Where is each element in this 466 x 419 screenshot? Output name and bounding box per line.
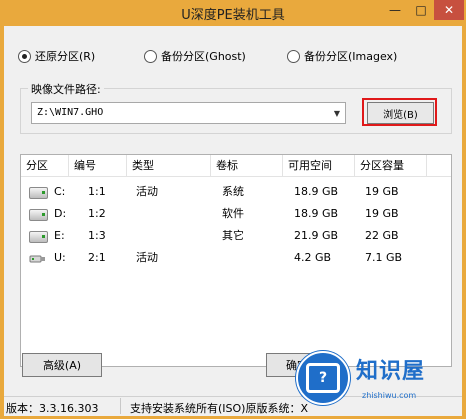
watermark-url: zhishiwu.com (362, 391, 417, 400)
radio-dot[interactable] (18, 49, 31, 63)
partition-label: 系统 (222, 185, 244, 198)
column-header[interactable]: 编号 (69, 155, 127, 176)
partition-type (131, 203, 136, 225)
maximize-button[interactable]: □ (408, 0, 434, 20)
table-row[interactable]: U: 2:1 活动 4.2 GB 7.1 GB (21, 247, 451, 269)
usb-icon (29, 255, 45, 263)
partition-label: 其它 (222, 229, 244, 242)
watermark-text: 知识屋 (356, 359, 426, 384)
table-row[interactable]: D: 1:2 软件 18.9 GB 19 GB (21, 203, 451, 225)
radio-restore[interactable]: 还原分区(R) (18, 48, 95, 64)
partition-size: 19 GB (365, 185, 399, 198)
partition-size: 22 GB (365, 229, 399, 242)
disk-icon (29, 209, 48, 221)
status-divider (120, 398, 121, 414)
partition-label (217, 247, 222, 269)
partition-letter: E: (54, 229, 65, 242)
title-bar[interactable]: U深度PE装机工具 — □ ✕ (0, 0, 466, 26)
advanced-button[interactable]: 高级(A) (22, 353, 102, 377)
image-path-value: Z:\WIN7.GHO (37, 107, 104, 118)
partition-number: 1:2 (88, 207, 106, 220)
partition-free: 18.9 GB (294, 207, 339, 220)
image-path-combobox[interactable]: Z:\WIN7.GHO ▼ (31, 102, 346, 124)
watermark-logo: ? 知识屋 zhishiwu.com (292, 347, 466, 419)
column-header[interactable]: 分区 (21, 155, 69, 176)
disk-icon (29, 231, 48, 243)
partition-type (131, 225, 136, 247)
partition-type: 活动 (136, 251, 158, 264)
column-header[interactable]: 卷标 (211, 155, 283, 176)
column-header[interactable]: 分区容量 (355, 155, 427, 176)
partition-letter: U: (54, 251, 66, 264)
column-header[interactable]: 类型 (127, 155, 211, 176)
radio-dot[interactable] (287, 49, 300, 63)
version-text: 版本：3.3.16.303 (6, 402, 99, 415)
disk-icon (29, 187, 48, 199)
partition-type: 活动 (136, 185, 158, 198)
chevron-down-icon[interactable]: ▼ (329, 103, 345, 123)
radio-backup-ghost[interactable]: 备份分区(Ghost) (144, 48, 246, 64)
minimize-button[interactable]: — (382, 0, 408, 20)
close-button[interactable]: ✕ (434, 0, 464, 20)
partition-free: 18.9 GB (294, 185, 339, 198)
watermark-icon: ? (296, 351, 350, 405)
partition-number: 1:1 (88, 185, 106, 198)
partition-label: 软件 (222, 207, 244, 220)
radio-backup-imagex[interactable]: 备份分区(Imagex) (287, 48, 397, 64)
radio-dot[interactable] (144, 49, 157, 63)
partition-table: 分区 编号 类型 卷标 可用空间 分区容量 C: 1:1 活动 系统 18.9 … (20, 154, 452, 367)
table-header: 分区 编号 类型 卷标 可用空间 分区容量 (21, 155, 451, 177)
partition-free: 4.2 GB (294, 251, 332, 264)
partition-letter: D: (54, 207, 67, 220)
partition-free: 21.9 GB (294, 229, 339, 242)
table-row[interactable]: C: 1:1 活动 系统 18.9 GB 19 GB (21, 181, 451, 203)
image-path-label: 映像文件路径: (28, 81, 104, 97)
partition-size: 7.1 GB (365, 251, 403, 264)
column-header[interactable]: 可用空间 (283, 155, 355, 176)
radio-label: 还原分区(R) (35, 50, 96, 63)
radio-label: 备份分区(Ghost) (161, 50, 246, 63)
browse-button[interactable]: 浏览(B) (367, 102, 434, 124)
partition-number: 1:3 (88, 229, 106, 242)
radio-label: 备份分区(Imagex) (304, 50, 398, 63)
support-text: 支持安装系统所有(ISO)原版系统：X (130, 402, 309, 415)
app-window: U深度PE装机工具 — □ ✕ 还原分区(R) 备份分区(Ghost) 备份分区… (0, 0, 466, 419)
partition-number: 2:1 (88, 251, 106, 264)
partition-letter: C: (54, 185, 66, 198)
partition-size: 19 GB (365, 207, 399, 220)
table-row[interactable]: E: 1:3 其它 21.9 GB 22 GB (21, 225, 451, 247)
